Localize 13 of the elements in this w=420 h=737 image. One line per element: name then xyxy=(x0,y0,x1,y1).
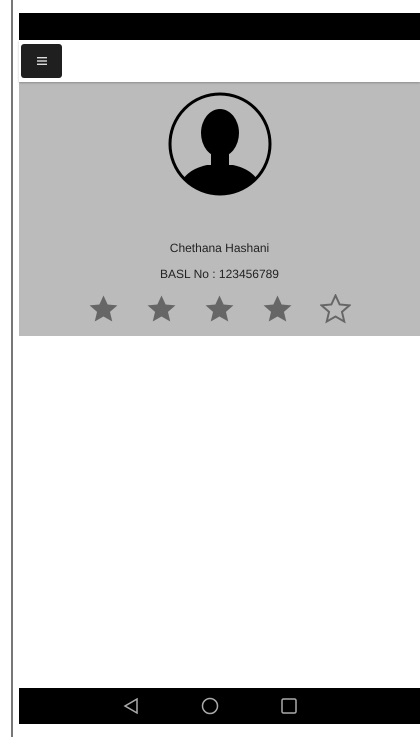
star-icon xyxy=(262,294,293,324)
home-button[interactable] xyxy=(200,697,218,715)
membership-number: BASL No : 123456789 xyxy=(160,267,279,281)
star-icon xyxy=(146,294,177,324)
star-outline-icon xyxy=(320,294,351,324)
avatar-icon xyxy=(166,91,272,197)
star-icon xyxy=(88,294,119,324)
menu-button[interactable] xyxy=(21,44,62,78)
recents-button[interactable] xyxy=(280,698,296,714)
menu-icon xyxy=(36,57,46,65)
back-button[interactable] xyxy=(122,697,138,715)
star-icon xyxy=(204,294,235,324)
profile-name: Chethana Hashani xyxy=(170,241,270,255)
